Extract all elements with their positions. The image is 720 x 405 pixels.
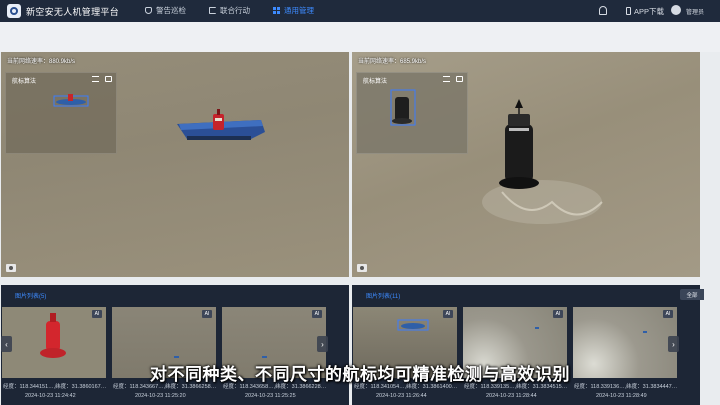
thumb-timestamp: 2024-10-23 11:24:42 [25, 393, 76, 399]
preview-buoy-image [390, 89, 416, 126]
user-name[interactable]: 管理员 [686, 7, 704, 16]
ai-badge: AI [92, 310, 102, 318]
image-gallery-left: 图片列表(5) AI AI AI ‹ › 经度：118.344151…,纬度：3… [1, 285, 349, 405]
gallery-next-button[interactable]: › [317, 336, 328, 352]
preview-buoy-image [53, 94, 89, 107]
gallery-next-button[interactable]: › [668, 336, 679, 352]
gallery-title: 图片列表(5) [15, 294, 47, 300]
flag-icon [209, 7, 216, 14]
snapshot-icon[interactable] [6, 264, 16, 272]
ai-badge: AI [312, 310, 322, 318]
thumb-timestamp: 2024-10-23 11:25:20 [135, 393, 186, 399]
app-download-link[interactable]: APP下载 [626, 6, 664, 17]
network-speed: 当前网络速率：685.9kb/s [358, 59, 427, 65]
image-gallery-right: 图片列表(11) 全部 AI AI AI › 经度：118.341054…,纬度… [352, 285, 704, 405]
ai-badge: AI [663, 310, 673, 318]
nav-item-patrol[interactable]: 警告巡检 [145, 5, 186, 16]
show-all-button[interactable]: 全部 [680, 289, 704, 300]
gallery-prev-button[interactable]: ‹ [1, 336, 12, 352]
notification-bell-icon[interactable] [599, 6, 607, 15]
video-panel-left[interactable]: 当前网络速率：880.9kb/s 航标算法 [1, 52, 349, 277]
nav-label: 警告巡检 [156, 6, 186, 15]
content-spacer [0, 22, 720, 52]
nav-label: 通用管理 [284, 6, 314, 15]
top-bar: 新空安无人机管理平台 警告巡检 联合行动 通用管理 APP下载 管理员 [0, 0, 720, 22]
gallery-title: 图片列表(11) [366, 294, 401, 300]
grid-icon [273, 7, 280, 14]
thumb-timestamp: 2024-10-23 11:25:25 [245, 393, 296, 399]
algorithm-preview: 航标算法 [5, 72, 117, 154]
app-logo-icon [7, 4, 21, 18]
nav-label: 联合行动 [220, 6, 250, 15]
ai-badge: AI [202, 310, 212, 318]
app-download-label: APP下载 [634, 7, 665, 16]
thumb-timestamp: 2024-10-23 11:28:49 [596, 393, 647, 399]
thumb-timestamp: 2024-10-23 11:28:44 [486, 393, 537, 399]
shield-icon [145, 7, 152, 14]
snapshot-icon[interactable] [357, 264, 367, 272]
thumb-timestamp: 2024-10-23 11:26:44 [376, 393, 427, 399]
ai-badge: AI [553, 310, 563, 318]
network-speed: 当前网络速率：880.9kb/s [7, 59, 76, 65]
ai-badge: AI [443, 310, 453, 318]
algorithm-preview: 航标算法 [356, 72, 468, 154]
video-caption: 对不同种类、不同尺寸的航标均可精准检测与高效识别 [150, 365, 570, 384]
nav-item-joint-action[interactable]: 联合行动 [209, 5, 250, 16]
app-title: 新空安无人机管理平台 [26, 7, 120, 17]
nav-item-general-management[interactable]: 通用管理 [273, 5, 314, 16]
phone-icon [626, 7, 631, 15]
avatar[interactable] [671, 5, 681, 15]
video-panel-right[interactable]: 当前网络速率：685.9kb/s 航标算法 [352, 52, 700, 277]
